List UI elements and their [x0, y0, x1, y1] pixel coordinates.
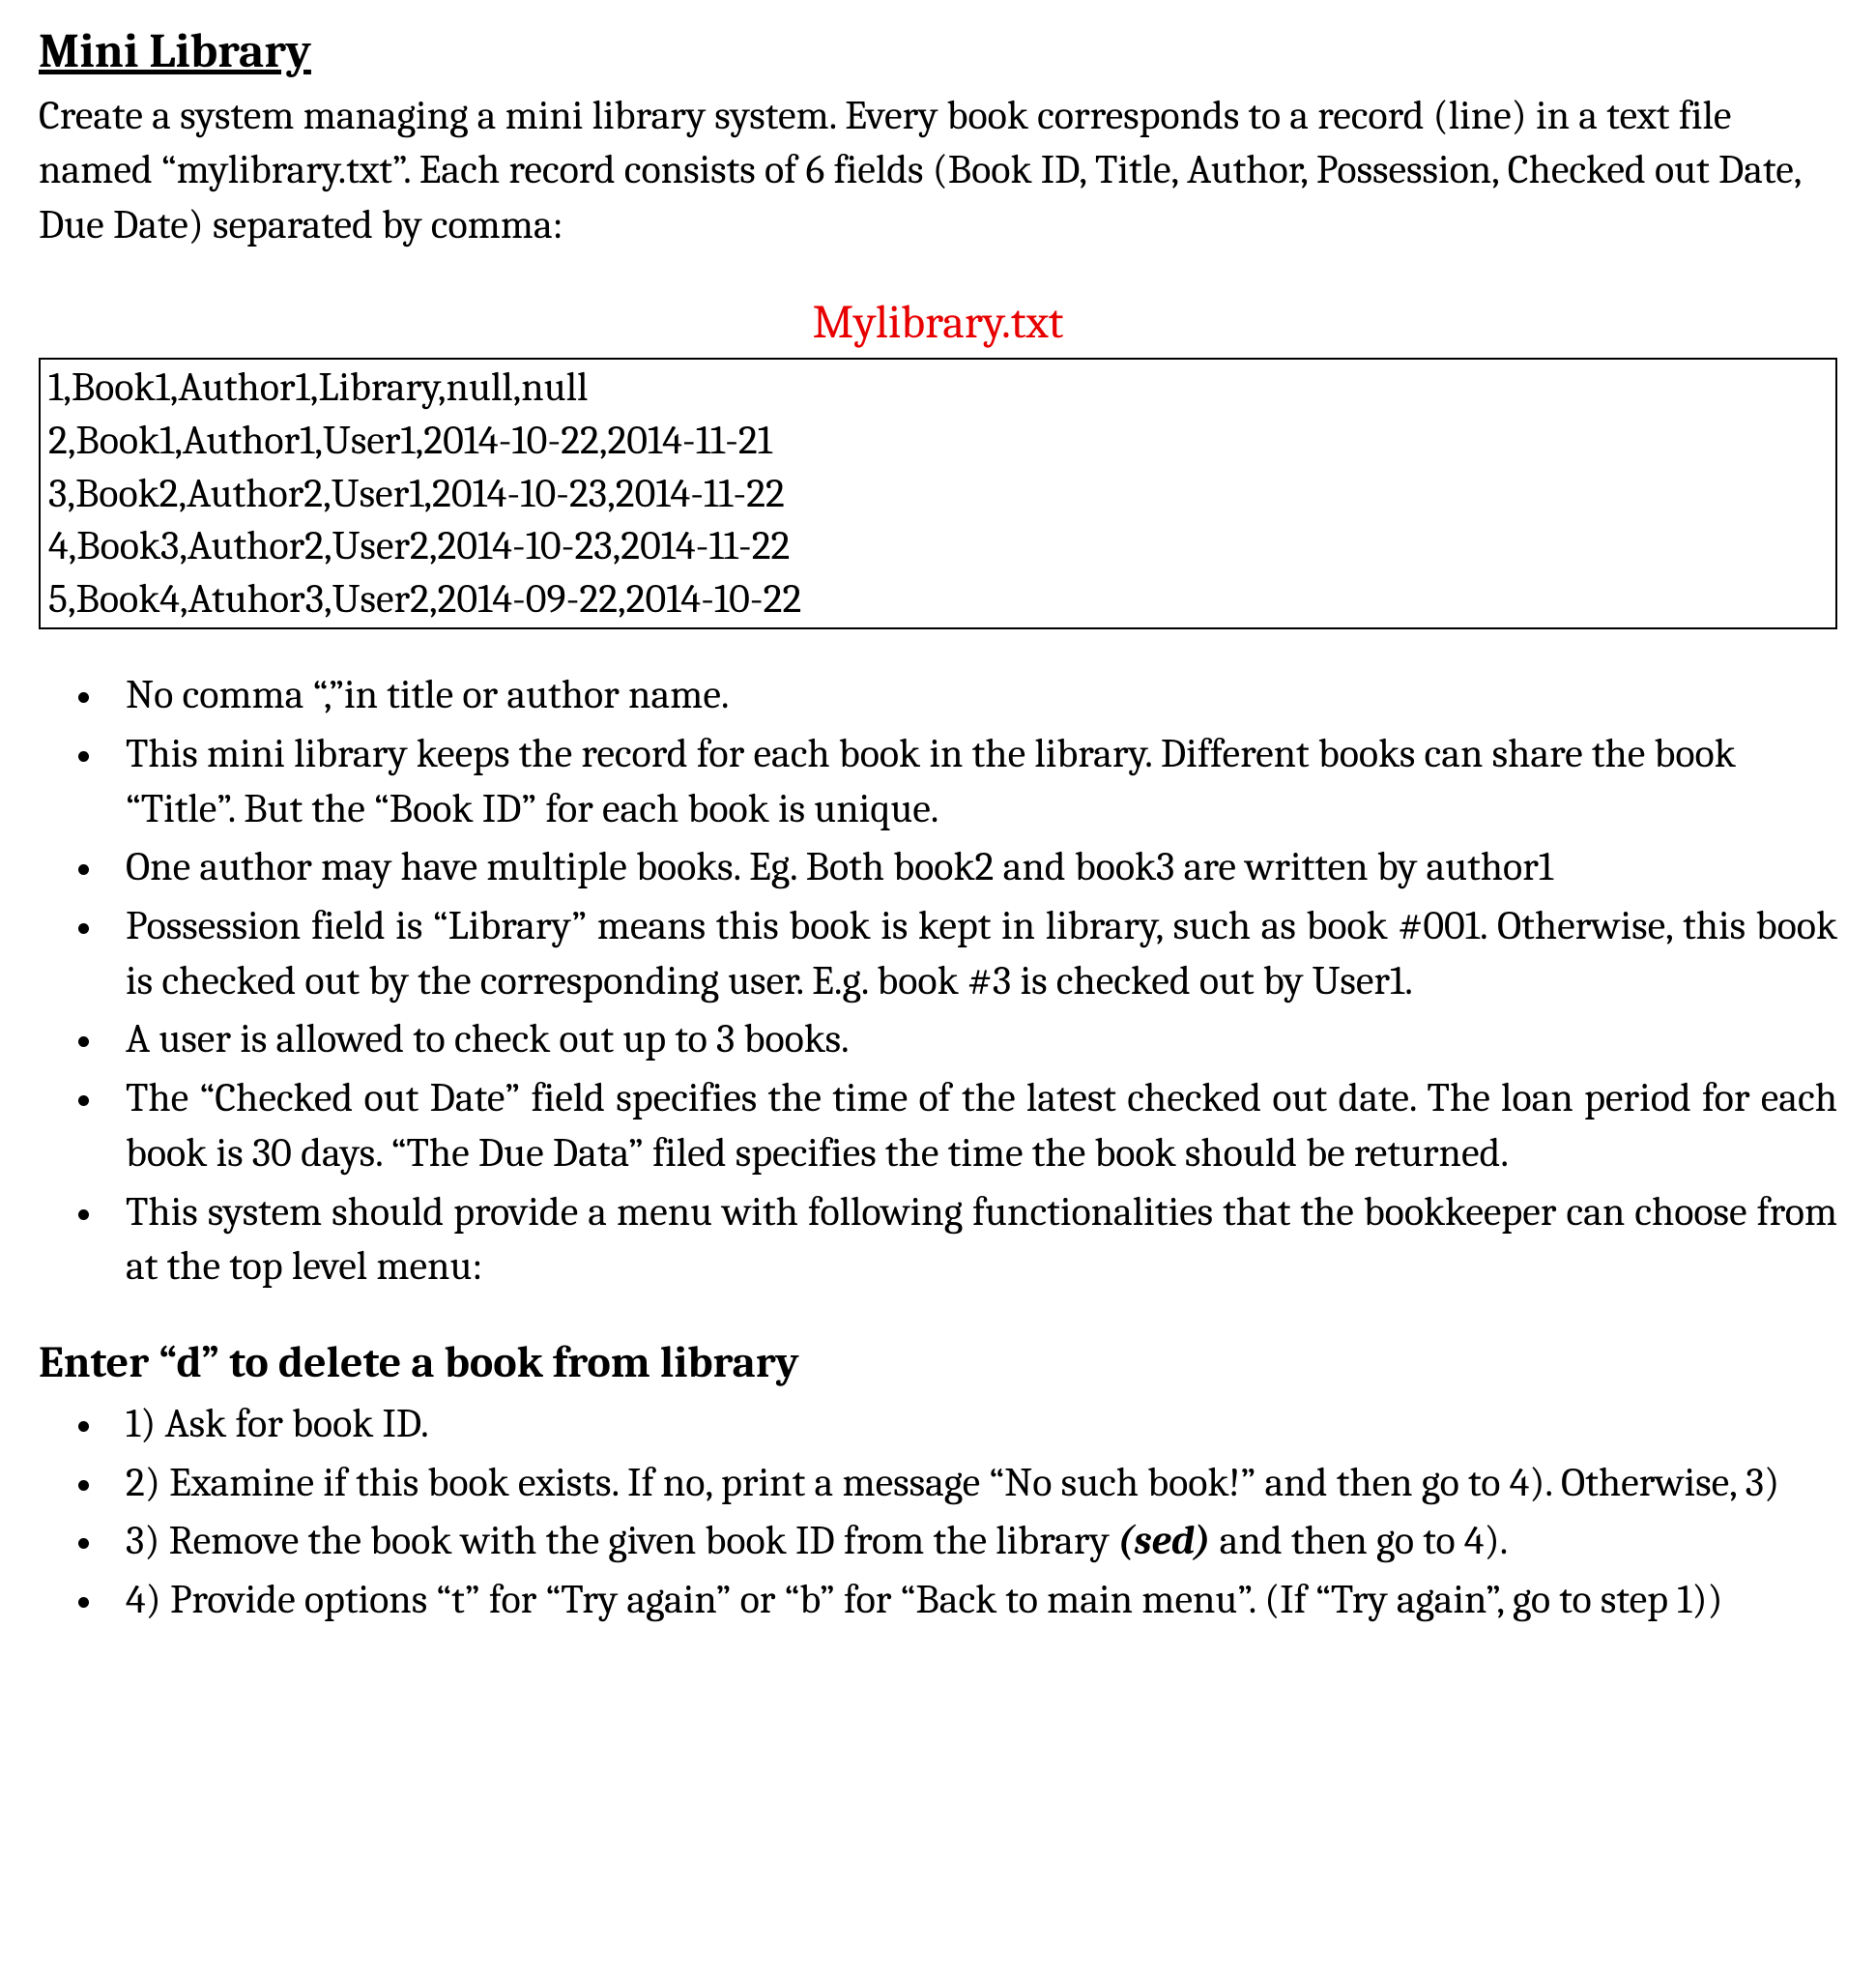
step-item: 3) Remove the book with the given book I… [106, 1514, 1837, 1569]
step-item: 2) Examine if this book exists. If no, p… [106, 1456, 1837, 1511]
rule-item: This system should provide a menu with f… [106, 1185, 1837, 1294]
file-content-box: 1,Book1,Author1,Library,null,null 2,Book… [39, 358, 1837, 629]
step-text: and then go to 4). [1210, 1517, 1508, 1564]
section-heading: Enter “d” to delete a book from library [39, 1333, 1837, 1393]
rule-item: No comma “,”in title or author name. [106, 668, 1837, 723]
steps-list: 1) Ask for book ID. 2) Examine if this b… [39, 1397, 1837, 1628]
rules-list: No comma “,”in title or author name. Thi… [39, 668, 1837, 1294]
file-title: Mylibrary.txt [39, 292, 1837, 355]
file-line: 2,Book1,Author1,User1,2014-10-22,2014-11… [48, 415, 1828, 468]
file-line: 4,Book3,Author2,User2,2014-10-23,2014-11… [48, 520, 1828, 573]
step-item: 4) Provide options “t” for “Try again” o… [106, 1573, 1837, 1628]
page-title: Mini Library [39, 19, 1837, 85]
step-item: 1) Ask for book ID. [106, 1397, 1837, 1452]
sed-emphasis: (sed) [1118, 1517, 1211, 1564]
file-line: 5,Book4,Atuhor3,User2,2014-09-22,2014-10… [48, 573, 1828, 626]
rule-item: One author may have multiple books. Eg. … [106, 840, 1837, 895]
file-line: 3,Book2,Author2,User1,2014-10-23,2014-11… [48, 468, 1828, 521]
rule-item: This mini library keeps the record for e… [106, 727, 1837, 836]
rule-item: The “Checked out Date” field specifies t… [106, 1071, 1837, 1180]
intro-paragraph: Create a system managing a mini library … [39, 89, 1837, 253]
rule-item: Possession field is “Library” means this… [106, 899, 1837, 1008]
file-line: 1,Book1,Author1,Library,null,null [48, 362, 1828, 415]
rule-item: A user is allowed to check out up to 3 b… [106, 1012, 1837, 1067]
step-text: 3) Remove the book with the given book I… [126, 1517, 1118, 1564]
